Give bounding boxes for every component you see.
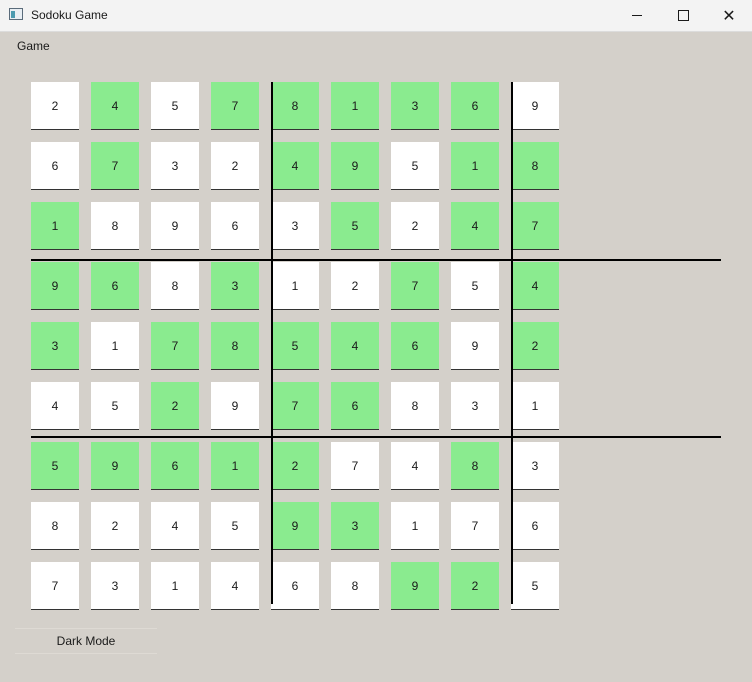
sudoku-cell[interactable]: 2 bbox=[511, 322, 559, 370]
sudoku-cell[interactable]: 2 bbox=[331, 262, 379, 310]
sudoku-cell[interactable]: 2 bbox=[31, 82, 79, 130]
sudoku-cell[interactable]: 9 bbox=[511, 82, 559, 130]
sudoku-cell[interactable]: 8 bbox=[31, 502, 79, 550]
sudoku-cell[interactable]: 6 bbox=[151, 442, 199, 490]
dark-mode-button[interactable]: Dark Mode bbox=[15, 628, 157, 654]
sudoku-cell[interactable]: 4 bbox=[511, 262, 559, 310]
sudoku-cell[interactable]: 1 bbox=[451, 142, 499, 190]
sudoku-cell[interactable]: 2 bbox=[271, 442, 319, 490]
sudoku-cell[interactable]: 3 bbox=[91, 562, 139, 610]
sudoku-cell[interactable]: 1 bbox=[331, 82, 379, 130]
sudoku-cell[interactable]: 7 bbox=[271, 382, 319, 430]
sudoku-cell[interactable]: 7 bbox=[151, 322, 199, 370]
sudoku-cell[interactable]: 8 bbox=[91, 202, 139, 250]
sudoku-cell[interactable]: 6 bbox=[391, 322, 439, 370]
sudoku-cell[interactable]: 5 bbox=[391, 142, 439, 190]
sudoku-cell[interactable]: 9 bbox=[391, 562, 439, 610]
sudoku-cell[interactable]: 9 bbox=[151, 202, 199, 250]
box-divider-vertical bbox=[271, 82, 273, 604]
sudoku-cell[interactable]: 3 bbox=[31, 322, 79, 370]
sudoku-cell[interactable]: 7 bbox=[211, 82, 259, 130]
sudoku-cell[interactable]: 5 bbox=[271, 322, 319, 370]
sudoku-cell[interactable]: 1 bbox=[271, 262, 319, 310]
sudoku-cell[interactable]: 1 bbox=[31, 202, 79, 250]
sudoku-cell[interactable]: 4 bbox=[271, 142, 319, 190]
sudoku-cell[interactable]: 2 bbox=[391, 202, 439, 250]
sudoku-board: 2457813696732495181896352479683127543178… bbox=[0, 0, 752, 682]
sudoku-cell[interactable]: 5 bbox=[31, 442, 79, 490]
sudoku-cell[interactable]: 4 bbox=[151, 502, 199, 550]
sudoku-cell[interactable]: 3 bbox=[331, 502, 379, 550]
sudoku-cell[interactable]: 7 bbox=[31, 562, 79, 610]
sudoku-cell[interactable]: 3 bbox=[451, 382, 499, 430]
sudoku-cell[interactable]: 7 bbox=[91, 142, 139, 190]
sudoku-cell[interactable]: 6 bbox=[331, 382, 379, 430]
sudoku-cell[interactable]: 2 bbox=[451, 562, 499, 610]
sudoku-cell[interactable]: 9 bbox=[211, 382, 259, 430]
sudoku-cell[interactable]: 8 bbox=[331, 562, 379, 610]
sudoku-cell[interactable]: 4 bbox=[31, 382, 79, 430]
sudoku-cell[interactable]: 8 bbox=[271, 82, 319, 130]
sudoku-cell[interactable]: 6 bbox=[451, 82, 499, 130]
sudoku-cell[interactable]: 3 bbox=[511, 442, 559, 490]
sudoku-cell[interactable]: 3 bbox=[391, 82, 439, 130]
sudoku-cell[interactable]: 1 bbox=[211, 442, 259, 490]
sudoku-cell[interactable]: 5 bbox=[211, 502, 259, 550]
sudoku-cell[interactable]: 8 bbox=[151, 262, 199, 310]
sudoku-cell[interactable]: 7 bbox=[391, 262, 439, 310]
sudoku-cell[interactable]: 6 bbox=[31, 142, 79, 190]
sudoku-cell[interactable]: 2 bbox=[91, 502, 139, 550]
sudoku-cell[interactable]: 8 bbox=[391, 382, 439, 430]
box-divider-vertical bbox=[511, 82, 513, 604]
sudoku-cell[interactable]: 1 bbox=[151, 562, 199, 610]
sudoku-cell[interactable]: 3 bbox=[271, 202, 319, 250]
sudoku-cell[interactable]: 3 bbox=[151, 142, 199, 190]
sudoku-cell[interactable]: 8 bbox=[451, 442, 499, 490]
sudoku-cell[interactable]: 3 bbox=[211, 262, 259, 310]
sudoku-cell[interactable]: 2 bbox=[151, 382, 199, 430]
sudoku-cell[interactable]: 1 bbox=[391, 502, 439, 550]
sudoku-cell[interactable]: 2 bbox=[211, 142, 259, 190]
sudoku-cell[interactable]: 5 bbox=[151, 82, 199, 130]
sudoku-cell[interactable]: 5 bbox=[511, 562, 559, 610]
sudoku-cell[interactable]: 4 bbox=[211, 562, 259, 610]
sudoku-cell[interactable]: 7 bbox=[451, 502, 499, 550]
sudoku-cell[interactable]: 4 bbox=[331, 322, 379, 370]
sudoku-cell[interactable]: 7 bbox=[511, 202, 559, 250]
sudoku-cell[interactable]: 9 bbox=[91, 442, 139, 490]
sudoku-cell[interactable]: 1 bbox=[511, 382, 559, 430]
sudoku-cell[interactable]: 7 bbox=[331, 442, 379, 490]
sudoku-cell[interactable]: 4 bbox=[391, 442, 439, 490]
sudoku-cell[interactable]: 8 bbox=[211, 322, 259, 370]
sudoku-cell[interactable]: 5 bbox=[91, 382, 139, 430]
sudoku-cell[interactable]: 9 bbox=[451, 322, 499, 370]
box-divider-horizontal bbox=[31, 259, 721, 261]
sudoku-cell[interactable]: 8 bbox=[511, 142, 559, 190]
sudoku-cell[interactable]: 6 bbox=[511, 502, 559, 550]
sudoku-cell[interactable]: 9 bbox=[331, 142, 379, 190]
sudoku-cell[interactable]: 9 bbox=[31, 262, 79, 310]
sudoku-cell[interactable]: 6 bbox=[271, 562, 319, 610]
sudoku-cell[interactable]: 6 bbox=[91, 262, 139, 310]
box-divider-horizontal bbox=[31, 436, 721, 438]
sudoku-cell[interactable]: 4 bbox=[451, 202, 499, 250]
sudoku-cell[interactable]: 1 bbox=[91, 322, 139, 370]
sudoku-cell[interactable]: 4 bbox=[91, 82, 139, 130]
sudoku-cell[interactable]: 9 bbox=[271, 502, 319, 550]
sudoku-cell[interactable]: 6 bbox=[211, 202, 259, 250]
sudoku-cell[interactable]: 5 bbox=[451, 262, 499, 310]
sudoku-cell[interactable]: 5 bbox=[331, 202, 379, 250]
